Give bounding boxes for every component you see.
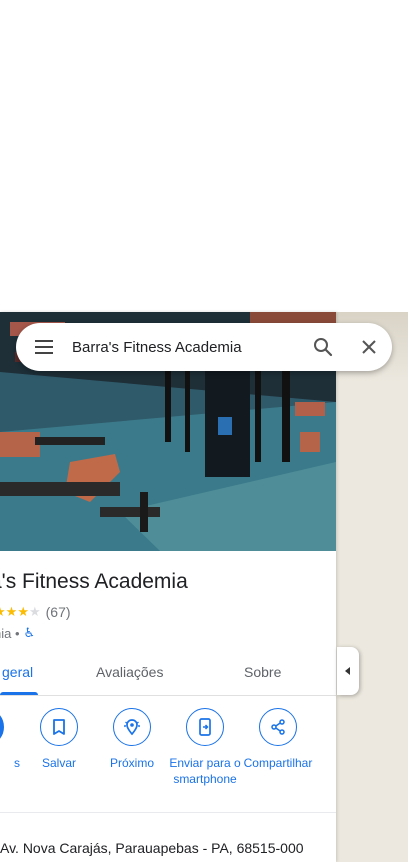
map-canvas[interactable] (336, 312, 408, 862)
directions-button[interactable]: s (0, 708, 22, 771)
star-rating: ★★★★ (0, 604, 41, 620)
nearby-button[interactable]: Próximo (95, 708, 169, 771)
section-divider (0, 812, 336, 813)
clear-search-button[interactable] (346, 323, 392, 371)
action-label: Compartilhar (243, 756, 313, 770)
send-to-phone-button[interactable]: Enviar para o smartphone (168, 708, 242, 787)
close-icon (362, 340, 376, 354)
send-to-phone-icon (186, 708, 224, 746)
tab-label: Sobre (244, 664, 282, 680)
hamburger-icon (35, 340, 53, 354)
search-icon (314, 338, 333, 357)
tab-label: Avaliações (96, 664, 164, 680)
review-count[interactable]: (67) (46, 604, 71, 620)
action-label: Salvar (41, 756, 76, 770)
star-empty-icon: ★ (28, 604, 41, 619)
tab-overview[interactable]: geral (2, 652, 33, 696)
rating-row[interactable]: ★★★★ (67) (0, 604, 71, 620)
share-icon (259, 708, 297, 746)
action-label: s (14, 756, 20, 770)
star-icon: ★ (5, 604, 18, 619)
star-icon: ★ (17, 604, 29, 619)
bookmark-icon (40, 708, 78, 746)
save-button[interactable]: Salvar (22, 708, 96, 771)
place-title: a's Fitness Academia (0, 570, 188, 593)
tab-about[interactable]: Sobre (244, 652, 281, 696)
wheelchair-icon: ♿ (23, 625, 36, 640)
action-label: Enviar para o smartphone (169, 756, 241, 786)
search-input[interactable]: Barra's Fitness Academia (72, 339, 300, 356)
place-address[interactable]: Av. Nova Carajás, Parauapebas - PA, 6851… (0, 840, 304, 856)
tab-label: geral (2, 664, 34, 680)
menu-button[interactable] (16, 323, 72, 371)
nearby-icon (113, 708, 151, 746)
collapse-panel-button[interactable] (337, 647, 359, 695)
category-row: nia • ♿ (0, 625, 35, 641)
active-tab-indicator (0, 692, 38, 695)
caret-left-icon (345, 667, 350, 675)
place-tabs: geral Avaliações Sobre (0, 652, 336, 696)
place-category[interactable]: nia • (0, 626, 20, 641)
search-box: Barra's Fitness Academia (16, 323, 392, 371)
top-blank-area (0, 0, 408, 312)
share-button[interactable]: Compartilhar (241, 708, 315, 771)
tab-reviews[interactable]: Avaliações (96, 652, 163, 696)
action-buttons: s Salvar Próximo Enviar para o smartphon… (0, 708, 336, 808)
directions-icon (0, 708, 4, 746)
place-panel: a's Fitness Academia ★★★★ (67) nia • ♿ g… (0, 312, 336, 862)
action-label: Próximo (109, 756, 154, 770)
search-button[interactable] (300, 323, 346, 371)
